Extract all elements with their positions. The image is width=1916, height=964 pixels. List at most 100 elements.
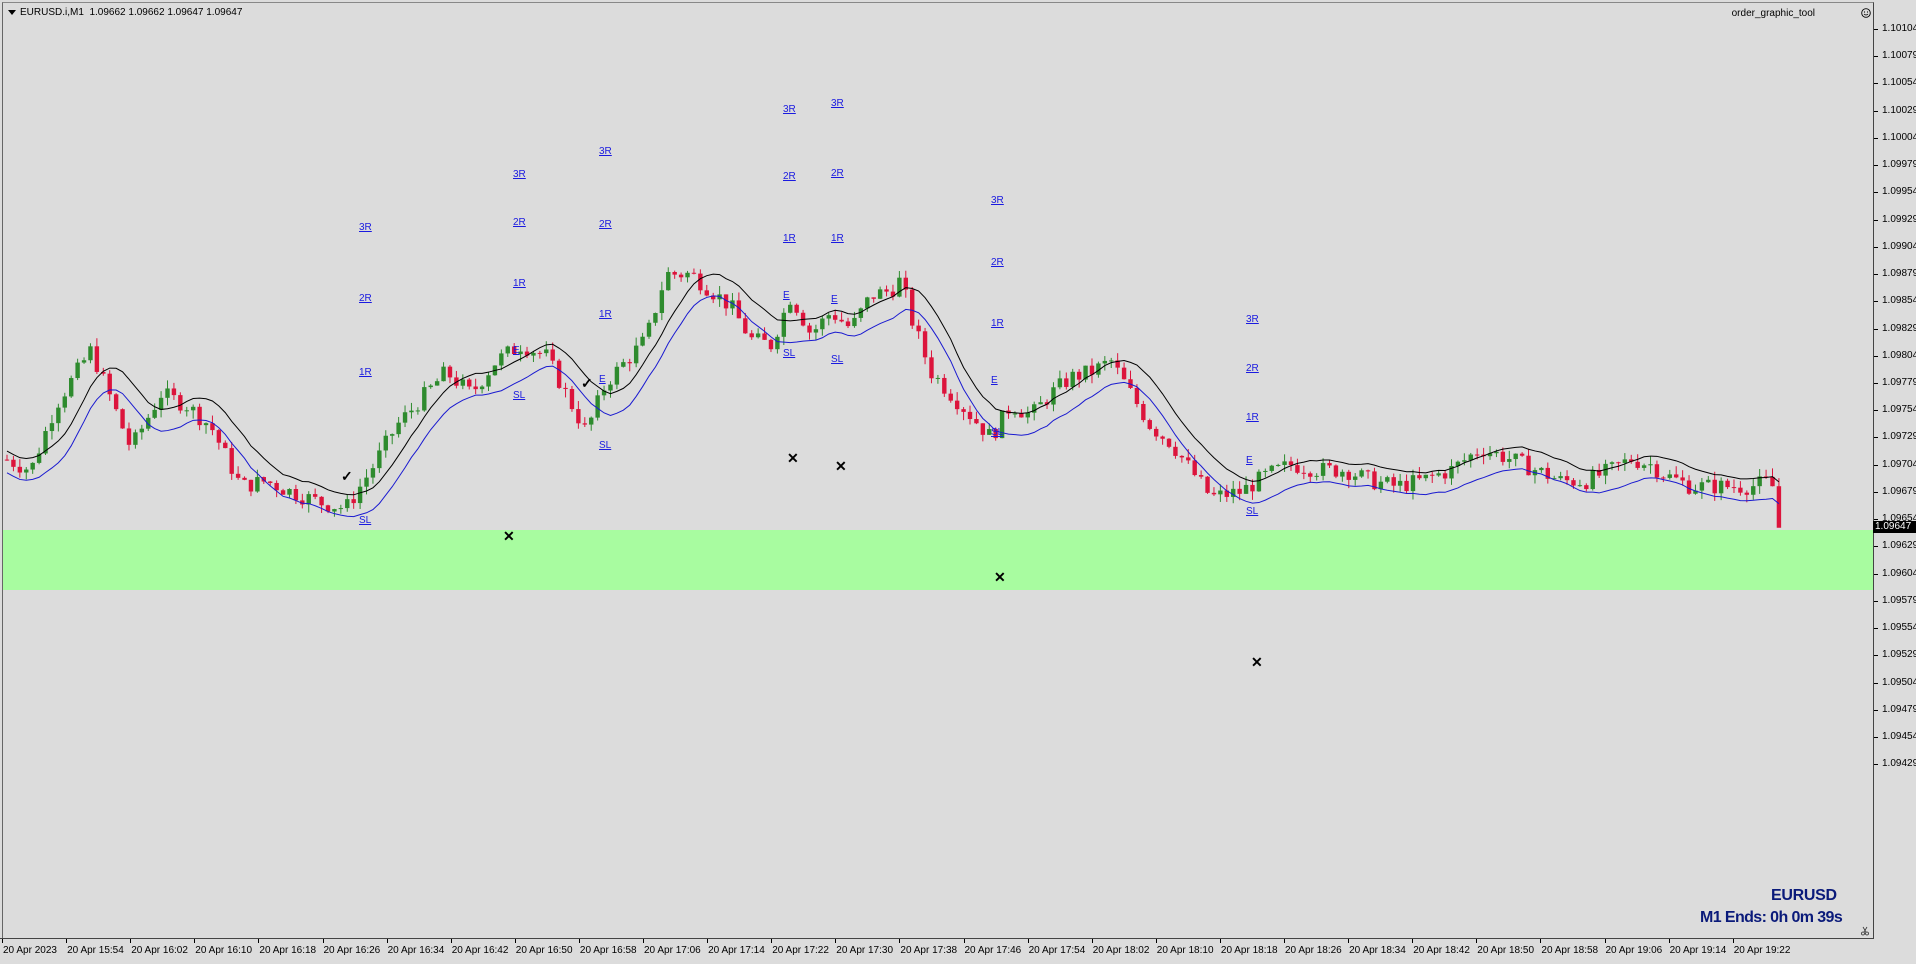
bear-candle: [672, 271, 677, 275]
target-label[interactable]: 1R: [783, 234, 796, 244]
chart-header: EURUSD.i,M1 1.09662 1.09662 1.09647 1.09…: [8, 7, 242, 18]
stop-loss-label[interactable]: SL: [991, 428, 1003, 438]
time-tick-label: 20 Apr 17:30: [836, 945, 894, 956]
price-tick: [1874, 219, 1878, 221]
bear-candle: [922, 331, 928, 358]
symbol-timeframe: EURUSD.i,M1: [20, 7, 84, 18]
chart-area[interactable]: 3R 2R 1R SL 3R 2R 1R E SL 3R 2R 1R E SL 3R 2R 1R E SL 3R 2R 1…: [2, 2, 1874, 939]
bull-candle: [1397, 480, 1403, 486]
entry-label[interactable]: E: [783, 290, 790, 301]
target-label[interactable]: 3R: [513, 169, 526, 180]
bear-candle: [473, 386, 478, 390]
target-label[interactable]: 1R: [359, 368, 372, 378]
target-label[interactable]: 1R: [831, 234, 844, 244]
bear-candle: [1141, 404, 1146, 421]
time-tick-label: 20 Apr 18:50: [1477, 945, 1535, 956]
entry-label[interactable]: E: [1246, 456, 1253, 466]
bull-candle: [659, 290, 665, 314]
candlestick-chart: [4, 267, 1782, 528]
scissors-icon[interactable]: [1860, 926, 1870, 936]
bull-candle: [897, 277, 902, 297]
stop-loss-label[interactable]: SL: [831, 355, 843, 365]
bull-candle: [306, 494, 311, 505]
stop-loss-label[interactable]: SL: [359, 516, 371, 526]
price-tick: [1874, 137, 1878, 139]
target-label[interactable]: 3R: [831, 99, 844, 109]
target-label[interactable]: 1R: [599, 310, 612, 320]
bear-candle: [768, 339, 774, 350]
price-tick-label: 1.10079: [1882, 50, 1916, 62]
target-label[interactable]: 3R: [991, 196, 1004, 206]
bear-candle: [807, 325, 812, 333]
bull-candle: [409, 410, 414, 413]
time-tick-label: 20 Apr 16:18: [259, 945, 317, 956]
bull-candle: [1282, 461, 1287, 465]
stop-loss-label[interactable]: SL: [513, 391, 525, 401]
price-tick: [1874, 764, 1878, 766]
price-axis[interactable]: 1.10104 1.10079 1.10054 1.10029 1.10004 1.099…: [1874, 0, 1916, 940]
bear-candle: [678, 274, 684, 278]
target-label[interactable]: 2R: [783, 172, 796, 182]
smiley-icon[interactable]: [1861, 8, 1871, 18]
ma-slow-line: [6, 273, 1780, 496]
bear-candle: [1674, 474, 1679, 478]
entry-label[interactable]: E: [513, 346, 520, 356]
cross-icon: ✕: [1251, 654, 1263, 670]
price-tick: [1874, 709, 1878, 711]
cross-icon: ✕: [787, 450, 799, 466]
bear-candle: [691, 272, 697, 274]
bear-candle: [113, 394, 119, 410]
bear-candle: [910, 289, 915, 326]
bear-candle: [1526, 455, 1531, 476]
bear-candle: [1661, 477, 1666, 479]
bear-candle: [1519, 453, 1525, 456]
target-label[interactable]: 2R: [991, 258, 1004, 268]
bull-candle: [608, 384, 613, 391]
target-label[interactable]: 1R: [991, 319, 1004, 329]
target-label[interactable]: 2R: [359, 294, 372, 304]
bull-candle: [640, 336, 645, 346]
bull-candle: [139, 428, 145, 433]
target-label[interactable]: 2R: [831, 168, 844, 179]
target-label[interactable]: 3R: [1246, 314, 1259, 325]
time-tick: [963, 939, 965, 943]
time-tick: [1091, 939, 1093, 943]
time-axis[interactable]: 20 Apr 2023 20 Apr 15:54 20 Apr 16:02 20 Ap…: [0, 938, 1874, 964]
entry-label[interactable]: E: [991, 375, 998, 386]
target-label[interactable]: 1R: [513, 278, 526, 289]
target-label[interactable]: 2R: [1246, 363, 1259, 374]
bear-candle: [1019, 413, 1024, 418]
stop-loss-label[interactable]: SL: [783, 348, 795, 359]
bear-candle: [1308, 473, 1313, 477]
stop-loss-label[interactable]: SL: [599, 441, 611, 451]
bull-candle: [146, 417, 151, 429]
bull-candle: [441, 366, 446, 382]
entry-label[interactable]: E: [831, 295, 838, 305]
bull-candle: [460, 379, 466, 386]
bull-candle: [1263, 470, 1268, 472]
target-label[interactable]: 2R: [513, 217, 526, 228]
stop-loss-label[interactable]: SL: [1246, 506, 1258, 517]
time-tick-label: 20 Apr 2023: [3, 945, 57, 956]
entry-label[interactable]: E: [599, 374, 606, 385]
price-tick: [1874, 165, 1878, 167]
bull-candle: [30, 462, 35, 470]
indicator-name[interactable]: order_graphic_tool: [1732, 8, 1815, 19]
bear-candle: [1500, 451, 1506, 462]
bear-candle: [1160, 436, 1165, 439]
bear-candle: [447, 366, 453, 378]
triangle-down-icon[interactable]: [8, 9, 16, 15]
target-label[interactable]: 3R: [359, 223, 372, 233]
price-tick: [1874, 682, 1878, 684]
target-label[interactable]: 3R: [783, 104, 796, 115]
target-label[interactable]: 2R: [599, 220, 612, 230]
bear-candle: [627, 362, 632, 364]
bull-candle: [1577, 485, 1583, 487]
target-label[interactable]: 1R: [1246, 412, 1259, 423]
bear-candle: [120, 409, 125, 429]
time-tick: [450, 939, 452, 943]
target-label[interactable]: 3R: [599, 147, 612, 157]
bear-candle: [569, 389, 575, 410]
bull-candle: [813, 329, 819, 333]
bull-candle: [428, 385, 433, 388]
